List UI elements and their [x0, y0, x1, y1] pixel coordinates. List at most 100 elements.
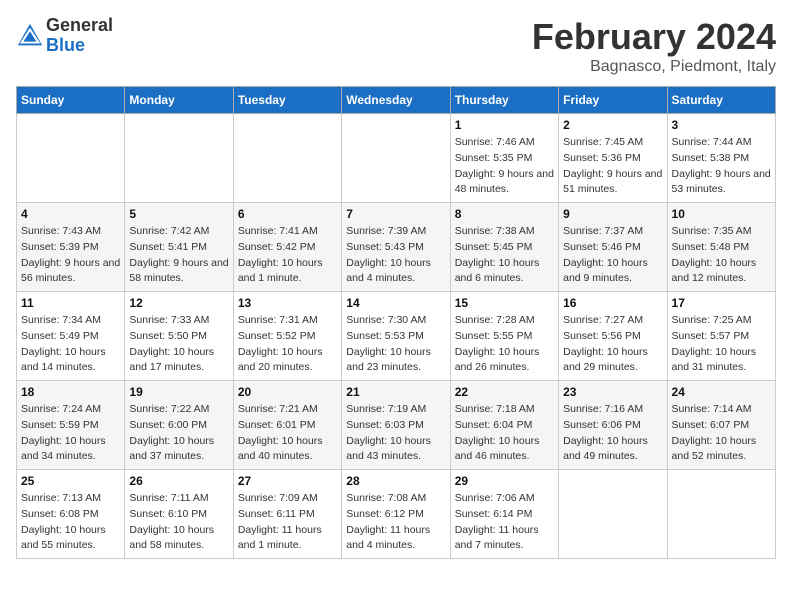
- day-number: 15: [455, 296, 554, 310]
- day-detail: Sunrise: 7:27 AMSunset: 5:56 PMDaylight:…: [563, 313, 662, 376]
- day-cell: [233, 114, 341, 203]
- day-detail: Sunrise: 7:45 AMSunset: 5:36 PMDaylight:…: [563, 135, 662, 198]
- day-number: 3: [672, 118, 771, 132]
- week-row-2: 4Sunrise: 7:43 AMSunset: 5:39 PMDaylight…: [17, 203, 776, 292]
- day-number: 22: [455, 385, 554, 399]
- week-row-4: 18 Sunrise: 7:24 AMSunset: 5:59 PMDayligh…: [17, 381, 776, 470]
- day-cell: 7 Sunrise: 7:39 AMSunset: 5:43 PMDaylight…: [342, 203, 450, 292]
- day-number: 23: [563, 385, 662, 399]
- day-number: 19: [129, 385, 228, 399]
- day-cell: 6 Sunrise: 7:41 AMSunset: 5:42 PMDaylight…: [233, 203, 341, 292]
- header-cell-saturday: Saturday: [667, 87, 775, 114]
- day-cell: 16 Sunrise: 7:27 AMSunset: 5:56 PMDayligh…: [559, 292, 667, 381]
- day-cell: 4Sunrise: 7:43 AMSunset: 5:39 PMDaylight…: [17, 203, 125, 292]
- day-cell: 2 Sunrise: 7:45 AMSunset: 5:36 PMDaylight…: [559, 114, 667, 203]
- day-cell: 29 Sunrise: 7:06 AMSunset: 6:14 PMDayligh…: [450, 470, 558, 559]
- day-detail: Sunrise: 7:19 AMSunset: 6:03 PMDaylight:…: [346, 402, 445, 465]
- day-number: 2: [563, 118, 662, 132]
- logo-text: General Blue: [46, 16, 113, 56]
- day-detail: Sunrise: 7:08 AMSunset: 6:12 PMDaylight:…: [346, 491, 445, 554]
- logo-general: General: [46, 16, 113, 36]
- header-cell-sunday: Sunday: [17, 87, 125, 114]
- day-number: 6: [238, 207, 337, 221]
- day-cell: 23 Sunrise: 7:16 AMSunset: 6:06 PMDayligh…: [559, 381, 667, 470]
- day-detail: Sunrise: 7:14 AMSunset: 6:07 PMDaylight:…: [672, 402, 771, 465]
- day-number: 7: [346, 207, 445, 221]
- day-detail: Sunrise: 7:31 AMSunset: 5:52 PMDaylight:…: [238, 313, 337, 376]
- day-cell: 10 Sunrise: 7:35 AMSunset: 5:48 PMDayligh…: [667, 203, 775, 292]
- day-detail: Sunrise: 7:44 AMSunset: 5:38 PMDaylight:…: [672, 135, 771, 198]
- day-number: 27: [238, 474, 337, 488]
- day-cell: 12 Sunrise: 7:33 AMSunset: 5:50 PMDayligh…: [125, 292, 233, 381]
- calendar-body: 1 Sunrise: 7:46 AMSunset: 5:35 PMDaylight…: [17, 114, 776, 559]
- day-cell: 11 Sunrise: 7:34 AMSunset: 5:49 PMDayligh…: [17, 292, 125, 381]
- title-block: February 2024 Bagnasco, Piedmont, Italy: [532, 16, 776, 76]
- day-cell: 24 Sunrise: 7:14 AMSunset: 6:07 PMDayligh…: [667, 381, 775, 470]
- day-detail: Sunrise: 7:06 AMSunset: 6:14 PMDaylight:…: [455, 491, 554, 554]
- day-number: 8: [455, 207, 554, 221]
- day-detail: Sunrise: 7:11 AMSunset: 6:10 PMDaylight:…: [129, 491, 228, 554]
- day-number: 20: [238, 385, 337, 399]
- day-number: 11: [21, 296, 120, 310]
- header-cell-tuesday: Tuesday: [233, 87, 341, 114]
- day-cell: [667, 470, 775, 559]
- day-detail: Sunrise: 7:13 AMSunset: 6:08 PMDaylight:…: [21, 491, 120, 554]
- day-cell: 13 Sunrise: 7:31 AMSunset: 5:52 PMDayligh…: [233, 292, 341, 381]
- week-row-3: 11 Sunrise: 7:34 AMSunset: 5:49 PMDayligh…: [17, 292, 776, 381]
- day-cell: 25 Sunrise: 7:13 AMSunset: 6:08 PMDayligh…: [17, 470, 125, 559]
- day-cell: 26 Sunrise: 7:11 AMSunset: 6:10 PMDayligh…: [125, 470, 233, 559]
- day-cell: 27Sunrise: 7:09 AMSunset: 6:11 PMDayligh…: [233, 470, 341, 559]
- day-cell: 21 Sunrise: 7:19 AMSunset: 6:03 PMDayligh…: [342, 381, 450, 470]
- day-cell: 19 Sunrise: 7:22 AMSunset: 6:00 PMDayligh…: [125, 381, 233, 470]
- day-number: 18: [21, 385, 120, 399]
- day-number: 12: [129, 296, 228, 310]
- day-detail: Sunrise: 7:35 AMSunset: 5:48 PMDaylight:…: [672, 224, 771, 287]
- day-number: 1: [455, 118, 554, 132]
- subtitle: Bagnasco, Piedmont, Italy: [532, 58, 776, 76]
- day-detail: Sunrise: 7:16 AMSunset: 6:06 PMDaylight:…: [563, 402, 662, 465]
- day-detail: Sunrise: 7:22 AMSunset: 6:00 PMDaylight:…: [129, 402, 228, 465]
- day-cell: [559, 470, 667, 559]
- logo-icon: [16, 22, 44, 50]
- day-cell: 8Sunrise: 7:38 AMSunset: 5:45 PMDaylight…: [450, 203, 558, 292]
- day-detail: Sunrise: 7:37 AMSunset: 5:46 PMDaylight:…: [563, 224, 662, 287]
- day-detail: Sunrise: 7:46 AMSunset: 5:35 PMDaylight:…: [455, 135, 554, 198]
- day-number: 14: [346, 296, 445, 310]
- day-cell: 28 Sunrise: 7:08 AMSunset: 6:12 PMDayligh…: [342, 470, 450, 559]
- day-cell: 22Sunrise: 7:18 AMSunset: 6:04 PMDayligh…: [450, 381, 558, 470]
- day-number: 10: [672, 207, 771, 221]
- logo-blue: Blue: [46, 36, 113, 56]
- day-detail: Sunrise: 7:24 AMSunset: 5:59 PMDaylight:…: [21, 402, 120, 465]
- day-number: 26: [129, 474, 228, 488]
- logo: General Blue: [16, 16, 113, 56]
- day-number: 24: [672, 385, 771, 399]
- day-cell: 5 Sunrise: 7:42 AMSunset: 5:41 PMDaylight…: [125, 203, 233, 292]
- main-title: February 2024: [532, 16, 776, 58]
- header-cell-monday: Monday: [125, 87, 233, 114]
- header-cell-thursday: Thursday: [450, 87, 558, 114]
- day-cell: 17Sunrise: 7:25 AMSunset: 5:57 PMDayligh…: [667, 292, 775, 381]
- header-cell-friday: Friday: [559, 87, 667, 114]
- week-row-5: 25 Sunrise: 7:13 AMSunset: 6:08 PMDayligh…: [17, 470, 776, 559]
- day-cell: [342, 114, 450, 203]
- calendar-table: SundayMondayTuesdayWednesdayThursdayFrid…: [16, 86, 776, 559]
- day-detail: Sunrise: 7:21 AMSunset: 6:01 PMDaylight:…: [238, 402, 337, 465]
- day-number: 25: [21, 474, 120, 488]
- day-cell: 15Sunrise: 7:28 AMSunset: 5:55 PMDayligh…: [450, 292, 558, 381]
- day-number: 13: [238, 296, 337, 310]
- day-detail: Sunrise: 7:41 AMSunset: 5:42 PMDaylight:…: [238, 224, 337, 287]
- day-detail: Sunrise: 7:33 AMSunset: 5:50 PMDaylight:…: [129, 313, 228, 376]
- day-number: 21: [346, 385, 445, 399]
- day-detail: Sunrise: 7:39 AMSunset: 5:43 PMDaylight:…: [346, 224, 445, 287]
- day-cell: 9Sunrise: 7:37 AMSunset: 5:46 PMDaylight…: [559, 203, 667, 292]
- day-number: 16: [563, 296, 662, 310]
- day-number: 5: [129, 207, 228, 221]
- day-detail: Sunrise: 7:42 AMSunset: 5:41 PMDaylight:…: [129, 224, 228, 287]
- day-number: 29: [455, 474, 554, 488]
- day-detail: Sunrise: 7:30 AMSunset: 5:53 PMDaylight:…: [346, 313, 445, 376]
- day-number: 28: [346, 474, 445, 488]
- day-cell: [17, 114, 125, 203]
- day-cell: 14 Sunrise: 7:30 AMSunset: 5:53 PMDayligh…: [342, 292, 450, 381]
- day-cell: 18 Sunrise: 7:24 AMSunset: 5:59 PMDayligh…: [17, 381, 125, 470]
- day-detail: Sunrise: 7:34 AMSunset: 5:49 PMDaylight:…: [21, 313, 120, 376]
